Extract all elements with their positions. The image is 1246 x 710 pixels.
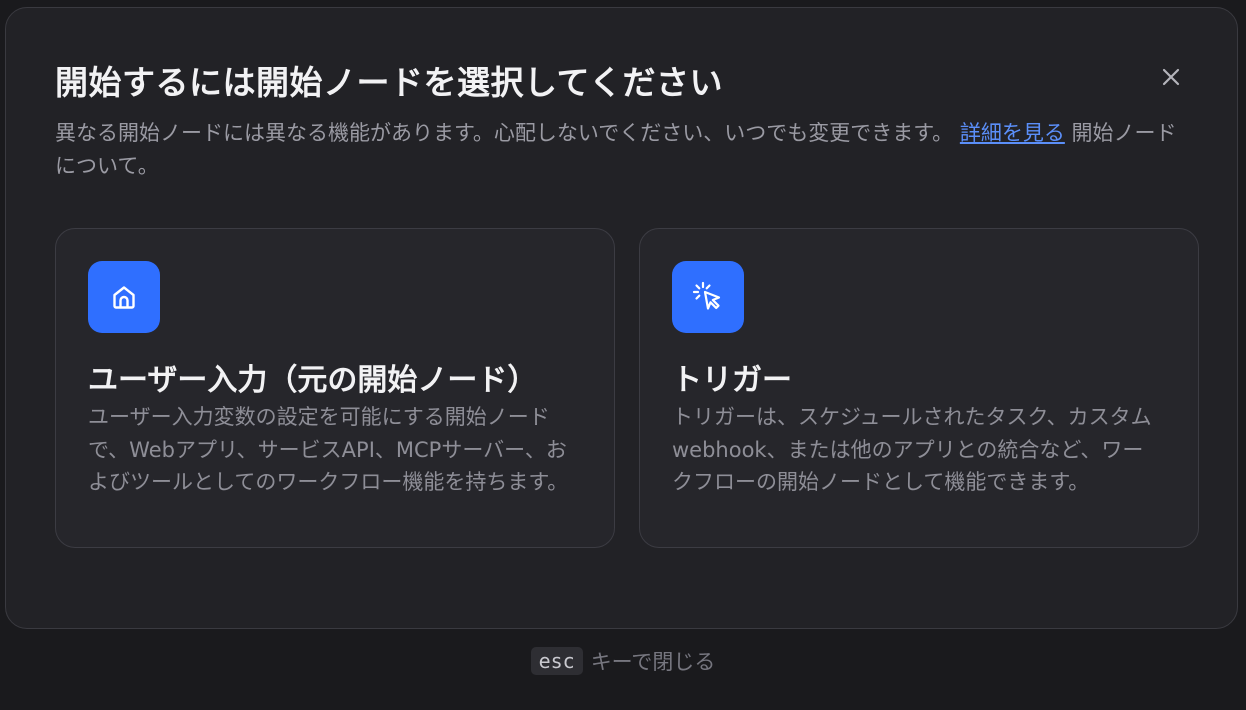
esc-key: esc [530, 647, 583, 675]
keyboard-hint: esc キーで閉じる [0, 646, 1246, 676]
home-icon-badge [88, 261, 160, 333]
close-icon [1162, 68, 1180, 86]
description-text: 異なる開始ノードには異なる機能があります。心配しないでください、いつでも変更でき… [55, 121, 954, 145]
start-node-dialog: 開始するには開始ノードを選択してください 異なる開始ノードには異なる機能がありま… [5, 7, 1238, 629]
home-icon [113, 286, 135, 309]
card-title: ユーザー入力（元の開始ノード） [88, 363, 538, 398]
card-description: トリガーは、スケジュールされたタスク、カスタムwebhook、または他のアプリと… [672, 405, 1152, 494]
cursor-click-icon [692, 281, 721, 310]
dialog-title: 開始するには開始ノードを選択してください [55, 63, 724, 102]
user-input-option-card[interactable]: ユーザー入力（元の開始ノード） ユーザー入力変数の設定を可能にする開始ノードで、… [55, 228, 615, 548]
dialog-description: 異なる開始ノードには異なる機能があります。心配しないでください、いつでも変更でき… [55, 117, 1195, 183]
close-button[interactable] [1154, 60, 1188, 94]
cursor-click-icon-badge [672, 261, 744, 333]
card-title: トリガー [672, 363, 792, 398]
trigger-option-card[interactable]: トリガー トリガーは、スケジュールされたタスク、カスタムwebhook、または他… [639, 228, 1199, 548]
keyboard-hint-text: キーで閉じる [590, 650, 716, 674]
card-description: ユーザー入力変数の設定を可能にする開始ノードで、Webアプリ、サービスAPI、M… [88, 405, 569, 494]
learn-more-link[interactable]: 詳細を見る [960, 121, 1065, 145]
